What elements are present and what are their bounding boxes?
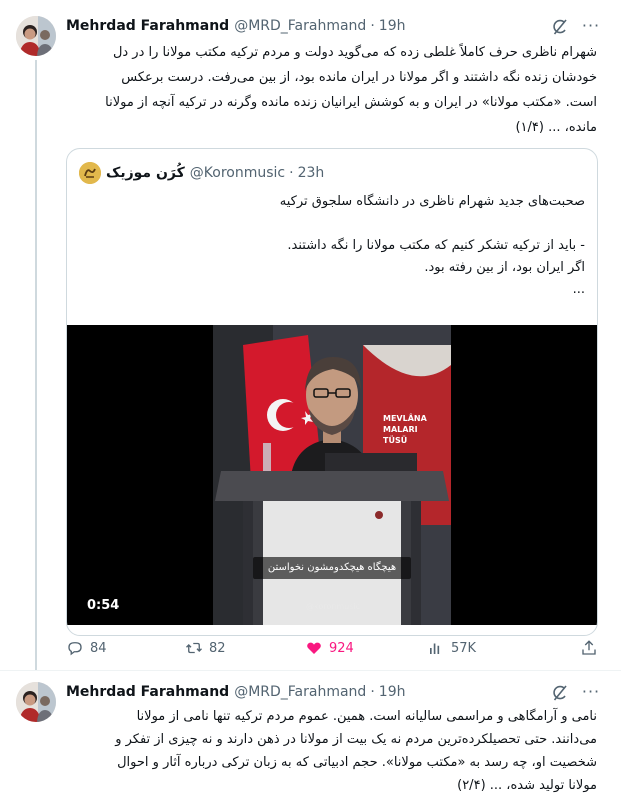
tweet-header: Mehrdad Farahmand @MRD_Farahmand · 19h bbox=[66, 16, 561, 36]
tweet-2[interactable]: Mehrdad Farahmand @MRD_Farahmand · 19h ·… bbox=[0, 671, 621, 800]
heart-icon bbox=[307, 642, 321, 654]
author-handle[interactable]: @MRD_Farahmand bbox=[234, 18, 366, 34]
author-handle[interactable]: @MRD_Farahmand bbox=[234, 684, 366, 700]
share-icon bbox=[582, 640, 596, 655]
separator-dot: · bbox=[289, 165, 294, 181]
reply-icon bbox=[68, 642, 82, 656]
video-duration: 0:54 bbox=[87, 598, 120, 613]
grok-icon[interactable] bbox=[550, 17, 570, 37]
video-still bbox=[213, 325, 451, 625]
avatar[interactable] bbox=[16, 16, 56, 56]
like-button[interactable]: 924 bbox=[305, 638, 354, 658]
repost-icon bbox=[186, 642, 202, 654]
tweet-text: شهرام ناظری حرف کاملاً غلطی زده که می‌گو… bbox=[105, 45, 597, 135]
thread-line bbox=[35, 60, 37, 670]
tweet-header: Mehrdad Farahmand @MRD_Farahmand · 19h bbox=[66, 682, 561, 702]
views-count: 57K bbox=[451, 640, 477, 656]
banner-text: MEVLÂNA MALARI TÜSÜ bbox=[383, 414, 427, 445]
repost-button[interactable]: 82 bbox=[185, 638, 226, 658]
quote-timestamp[interactable]: 23h bbox=[298, 165, 325, 181]
separator-dot: · bbox=[370, 18, 375, 34]
video-player[interactable]: MEVLÂNA MALARI TÜSÜ هیچگاه هیچکدومشون نخ… bbox=[67, 325, 597, 625]
more-icon[interactable]: ··· bbox=[581, 682, 601, 702]
views-button[interactable]: 57K bbox=[427, 638, 476, 658]
reply-button[interactable]: 84 bbox=[66, 638, 107, 658]
timestamp[interactable]: 19h bbox=[379, 18, 406, 34]
video-caption: هیچگاه هیچکدومشون نخواستن bbox=[253, 557, 411, 579]
like-count: 924 bbox=[329, 640, 354, 656]
grok-icon[interactable] bbox=[550, 683, 570, 703]
video-watermark: @koronmusic bbox=[306, 602, 360, 611]
quoted-tweet[interactable]: کُرَن موزیک @Koronmusic · 23h صحبت‌های ج… bbox=[66, 148, 598, 636]
timestamp[interactable]: 19h bbox=[379, 684, 406, 700]
repost-count: 82 bbox=[209, 640, 226, 656]
share-button[interactable] bbox=[580, 638, 604, 658]
quote-header: کُرَن موزیک @Koronmusic · 23h bbox=[79, 162, 324, 184]
tweet-1[interactable]: Mehrdad Farahmand @MRD_Farahmand · 19h ·… bbox=[0, 0, 621, 671]
author-name[interactable]: Mehrdad Farahmand bbox=[66, 18, 229, 34]
more-icon[interactable]: ··· bbox=[581, 16, 601, 36]
avatar[interactable] bbox=[16, 682, 56, 722]
video-frame: MEVLÂNA MALARI TÜSÜ هیچگاه هیچکدومشون نخ… bbox=[213, 325, 451, 625]
author-name[interactable]: Mehrdad Farahmand bbox=[66, 684, 229, 700]
quote-author-name[interactable]: کُرَن موزیک bbox=[106, 165, 185, 181]
quote-author-handle[interactable]: @Koronmusic bbox=[190, 165, 285, 181]
quote-text: صحبت‌های جدید شهرام ناظری در دانشگاه سلج… bbox=[279, 194, 585, 297]
tweet-text: نامی و آرامگاهی و مراسمی سالیانه است. هم… bbox=[115, 709, 597, 793]
reply-count: 84 bbox=[90, 640, 107, 656]
quote-avatar[interactable] bbox=[79, 162, 101, 184]
views-icon bbox=[430, 643, 440, 654]
separator-dot: · bbox=[370, 684, 375, 700]
